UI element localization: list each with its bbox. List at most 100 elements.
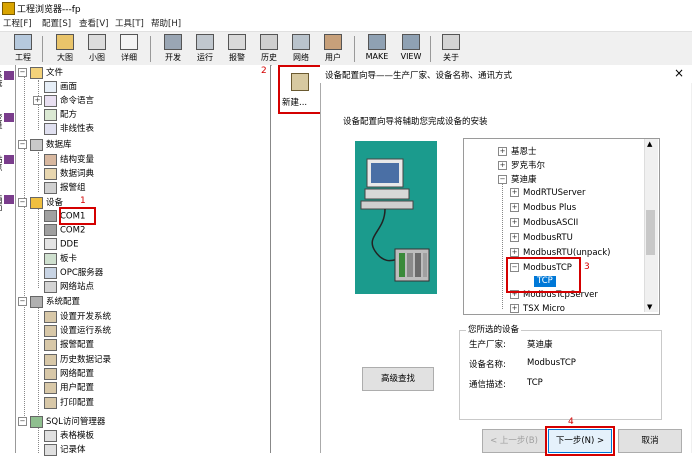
tree-node-network-station[interactable]: 网络站点 [44,280,94,293]
tree-connector [38,80,39,130]
tree-connector [502,179,503,309]
tree-connector [38,152,39,192]
tree-collapse-icon[interactable]: − [18,417,27,426]
menu-project[interactable]: 工程[F] [3,17,32,29]
list-item-modbustcp[interactable]: − ModbusTCP [510,263,572,273]
list-item[interactable]: + ModbusRTU(unpack) [510,248,610,258]
device-name-value: ModbusTCP [527,358,576,368]
run-system-icon [44,324,57,337]
tree-expand-icon[interactable]: + [33,96,42,105]
device-icon [30,196,43,209]
list-item[interactable]: + ModbusASCII [510,218,578,228]
tree-node-dev-system[interactable]: 设置开发系统 [44,310,111,323]
back-button[interactable]: < 上一步(B) [482,429,546,453]
toolbar-develop-button[interactable]: 开发 [158,34,188,64]
manufacturer-label: 生产厂家: [469,340,506,350]
tree-node-record[interactable]: 记录体 [44,443,86,456]
tree-node-print-config[interactable]: 打印配置 [44,396,94,409]
list-item[interactable]: + 基恩士 [498,145,537,157]
tree-node-data-dictionary[interactable]: 数据词典 [44,167,94,180]
tree-node-command-language[interactable]: 命令语言 [44,94,94,107]
toolbar-history-button[interactable]: 历史 [254,34,284,64]
tree-node-alarm-config[interactable]: 报警配置 [44,338,94,351]
tree-node-alarm-group[interactable]: 报警组 [44,181,86,194]
menu-help[interactable]: 帮助[H] [151,17,181,29]
network-station-icon [44,280,57,293]
tree-node-file[interactable]: 文件 [30,66,63,79]
tree-connector [24,75,25,420]
toolbar-alarm-button[interactable]: 报警 [222,34,252,64]
list-item[interactable]: + ModbusRTU [510,233,573,243]
tree-node-dde[interactable]: DDE [44,238,78,250]
menu-config[interactable]: 配置[S] [42,17,71,29]
toolbar-small-icons-button[interactable]: 小图 [82,34,112,64]
computer-device-illustration [355,141,437,294]
scroll-up-icon[interactable]: ▲ [647,140,652,148]
tree-node-recipe[interactable]: 配方 [44,108,77,121]
toolbar-details-button[interactable]: 详细 [114,34,144,64]
tree-node-com2[interactable]: COM2 [44,224,85,236]
tree-node-sql-manager[interactable]: SQL访问管理器 [30,415,105,428]
tree-node-com1[interactable]: COM1 [44,210,85,222]
list-item[interactable]: + Modbus Plus [510,203,576,213]
new-device-icon [291,73,309,91]
list-item-tcp-selected[interactable]: TCP [534,276,556,287]
tree-node-opc-server[interactable]: OPC服务器 [44,266,103,279]
list-item[interactable]: + ModbusTcpServer [510,290,598,300]
toolbar-make-button[interactable]: MAKE [362,34,392,64]
device-tree-list[interactable]: + 基恩士 + 罗克韦尔 − 莫迪康 + ModRTUServer + Modbus Pl… [463,138,660,315]
tree-collapse-icon[interactable]: − [18,140,27,149]
tab-variables[interactable]: 变量 [0,113,14,129]
cancel-button[interactable]: 取消 [618,429,682,453]
com-port-icon [44,224,57,236]
history-record-icon [44,353,57,366]
new-device-button[interactable]: 新建... [278,65,322,114]
tab-system[interactable]: 系统 [0,71,14,87]
tree-collapse-icon[interactable]: − [18,68,27,77]
list-scrollbar-thumb[interactable] [646,210,655,255]
tree-collapse-icon[interactable]: − [18,198,27,207]
toolbar-separator [42,36,43,62]
list-item[interactable]: + 罗克韦尔 [498,159,545,171]
list-item[interactable]: + TSX Micro [510,304,565,314]
tab-stations[interactable]: 站点 [0,155,14,171]
app-icon [2,2,15,15]
tree-node-device[interactable]: 设备 [30,196,63,209]
project-icon [14,34,32,50]
list-item[interactable]: − 莫迪康 [498,173,537,185]
toolbar-user-button[interactable]: 用户 [318,34,348,64]
toolbar-network-button[interactable]: 网络 [286,34,316,64]
tree-node-screen[interactable]: 画面 [44,80,77,93]
tree-node-network-config[interactable]: 网络配置 [44,367,94,380]
tab-screens[interactable]: 画面 [0,195,14,211]
nonlinear-table-icon [44,122,57,135]
toolbar-view-button[interactable]: VIEW [396,34,426,64]
tree-node-database[interactable]: 数据库 [30,138,72,151]
toolbar-project-button[interactable]: 工程 [8,34,38,64]
menu-tools[interactable]: 工具[T] [115,17,144,29]
menu-view[interactable]: 查看[V] [79,17,108,29]
toolbar-about-button[interactable]: 关于 [436,34,466,64]
network-config-icon [44,367,57,380]
tree-node-struct-variable[interactable]: 结构变量 [44,153,94,166]
advanced-search-button[interactable]: 高级查找 [362,367,434,391]
tree-node-nonlinear-table[interactable]: 非线性表 [44,122,94,135]
close-icon[interactable]: × [674,66,684,80]
tree-node-board-card[interactable]: 板卡 [44,252,77,265]
tree-node-table-template[interactable]: 表格模板 [44,429,94,442]
annotation-number-4: 4 [568,417,574,427]
tree-node-history-record[interactable]: 历史数据记录 [44,353,111,366]
tree-node-user-config[interactable]: 用户配置 [44,381,94,394]
next-button[interactable]: 下一步(N) > [548,429,612,453]
toolbar-separator [354,36,355,62]
tree-node-run-system[interactable]: 设置运行系统 [44,324,111,337]
tree-node-system-config[interactable]: 系统配置 [30,295,80,308]
scroll-down-icon[interactable]: ▼ [647,303,652,311]
toolbar-run-button[interactable]: 运行 [190,34,220,64]
tree-collapse-icon[interactable]: − [18,297,27,306]
toolbar-large-icons-button[interactable]: 大图 [50,34,80,64]
list-item[interactable]: + ModRTUServer [510,188,586,198]
stations-tab-icon [4,155,14,164]
view-icon [402,34,420,50]
tree-connector [38,208,39,288]
